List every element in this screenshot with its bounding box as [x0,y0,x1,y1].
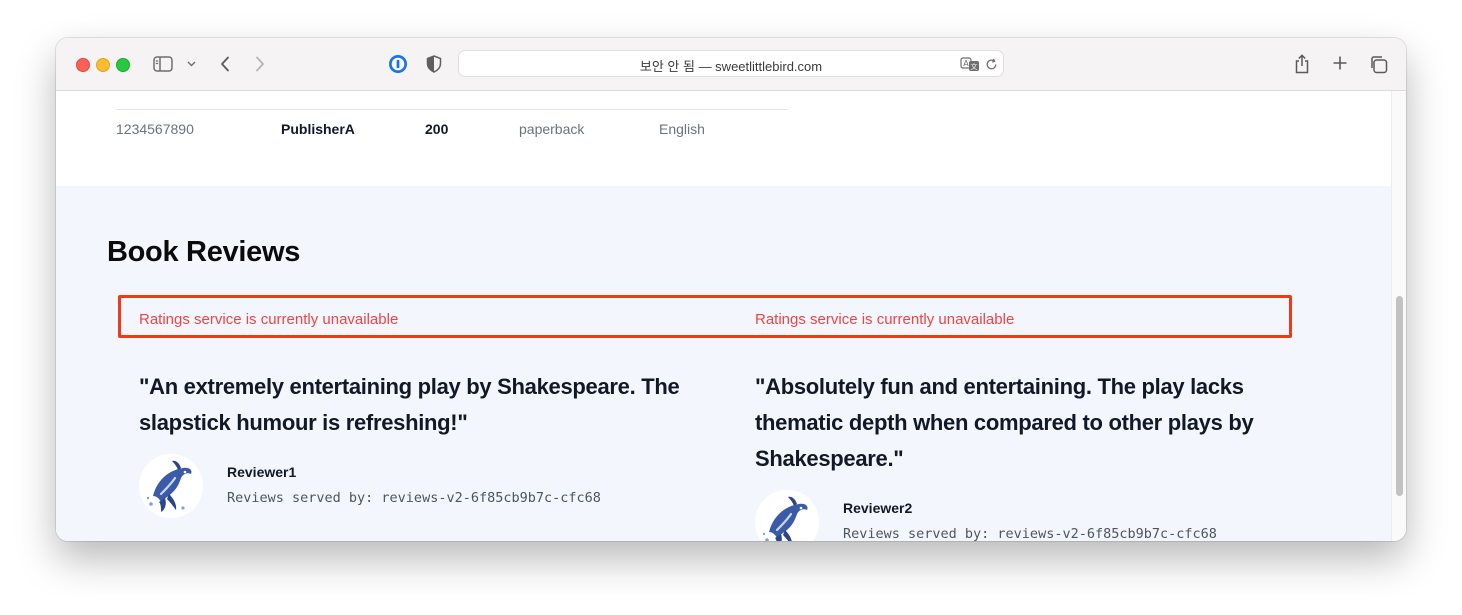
avatar [755,490,819,541]
address-bar[interactable]: 보안 안 됨 — sweetlittlebird.com A文 [458,50,1004,77]
browser-window: 보안 안 됨 — sweetlittlebird.com A文 12345678… [56,38,1406,541]
reload-icon[interactable] [983,56,999,72]
share-icon[interactable] [1292,52,1312,76]
scrollbar-thumb[interactable] [1396,296,1403,496]
new-tab-icon[interactable] [1330,53,1350,73]
dolphin-icon [146,460,192,512]
table-cell-publisher: PublisherA [281,121,355,137]
ratings-error-message: Ratings service is currently unavailable [755,311,1015,328]
back-icon[interactable] [216,54,234,74]
book-details-table: 1234567890 PublisherA 200 paperback Engl… [56,91,1391,186]
reviewer-name: Reviewer2 [843,500,913,516]
table-cell-language: English [659,121,705,137]
tab-overview-icon[interactable] [1367,53,1389,75]
svg-text:A: A [963,59,969,68]
vertical-scrollbar[interactable] [1391,91,1406,541]
desktop-background: 보안 안 됨 — sweetlittlebird.com A文 12345678… [0,0,1462,615]
table-cell-type: paperback [519,121,585,137]
sidebar-toggle-icon[interactable] [152,54,174,74]
table-cell-pages: 200 [425,121,449,137]
chevron-down-icon[interactable] [185,57,197,71]
translate-icon[interactable]: A文 [959,55,981,73]
dolphin-icon [762,496,808,541]
review-text: "An extremely entertaining play by Shake… [139,374,680,435]
table-divider [116,109,788,110]
table-cell-isbn: 1234567890 [116,121,194,137]
close-window-button[interactable] [76,58,90,72]
ratings-error-message: Ratings service is currently unavailable [139,311,399,328]
book-reviews-section: Book Reviews Ratings service is currentl… [56,186,1391,541]
browser-toolbar: 보안 안 됨 — sweetlittlebird.com A文 [56,38,1406,91]
served-by-text: Reviews served by: reviews-v2-6f85cb9b7c… [227,490,601,506]
section-title: Book Reviews [107,236,301,268]
forward-icon[interactable] [251,54,269,74]
review-text: "Absolutely fun and entertaining. The pl… [755,374,1254,471]
reviewer-name: Reviewer1 [227,464,297,480]
avatar [139,454,203,518]
page-content: 1234567890 PublisherA 200 paperback Engl… [56,91,1391,541]
minimize-window-button[interactable] [96,58,110,72]
privacy-shield-icon[interactable] [424,53,444,75]
url-text: 보안 안 됨 — sweetlittlebird.com [639,59,823,74]
served-by-text: Reviews served by: reviews-v2-6f85cb9b7c… [843,526,1217,541]
password-manager-icon[interactable] [387,53,409,75]
svg-text:文: 文 [971,62,978,71]
zoom-window-button[interactable] [116,58,130,72]
